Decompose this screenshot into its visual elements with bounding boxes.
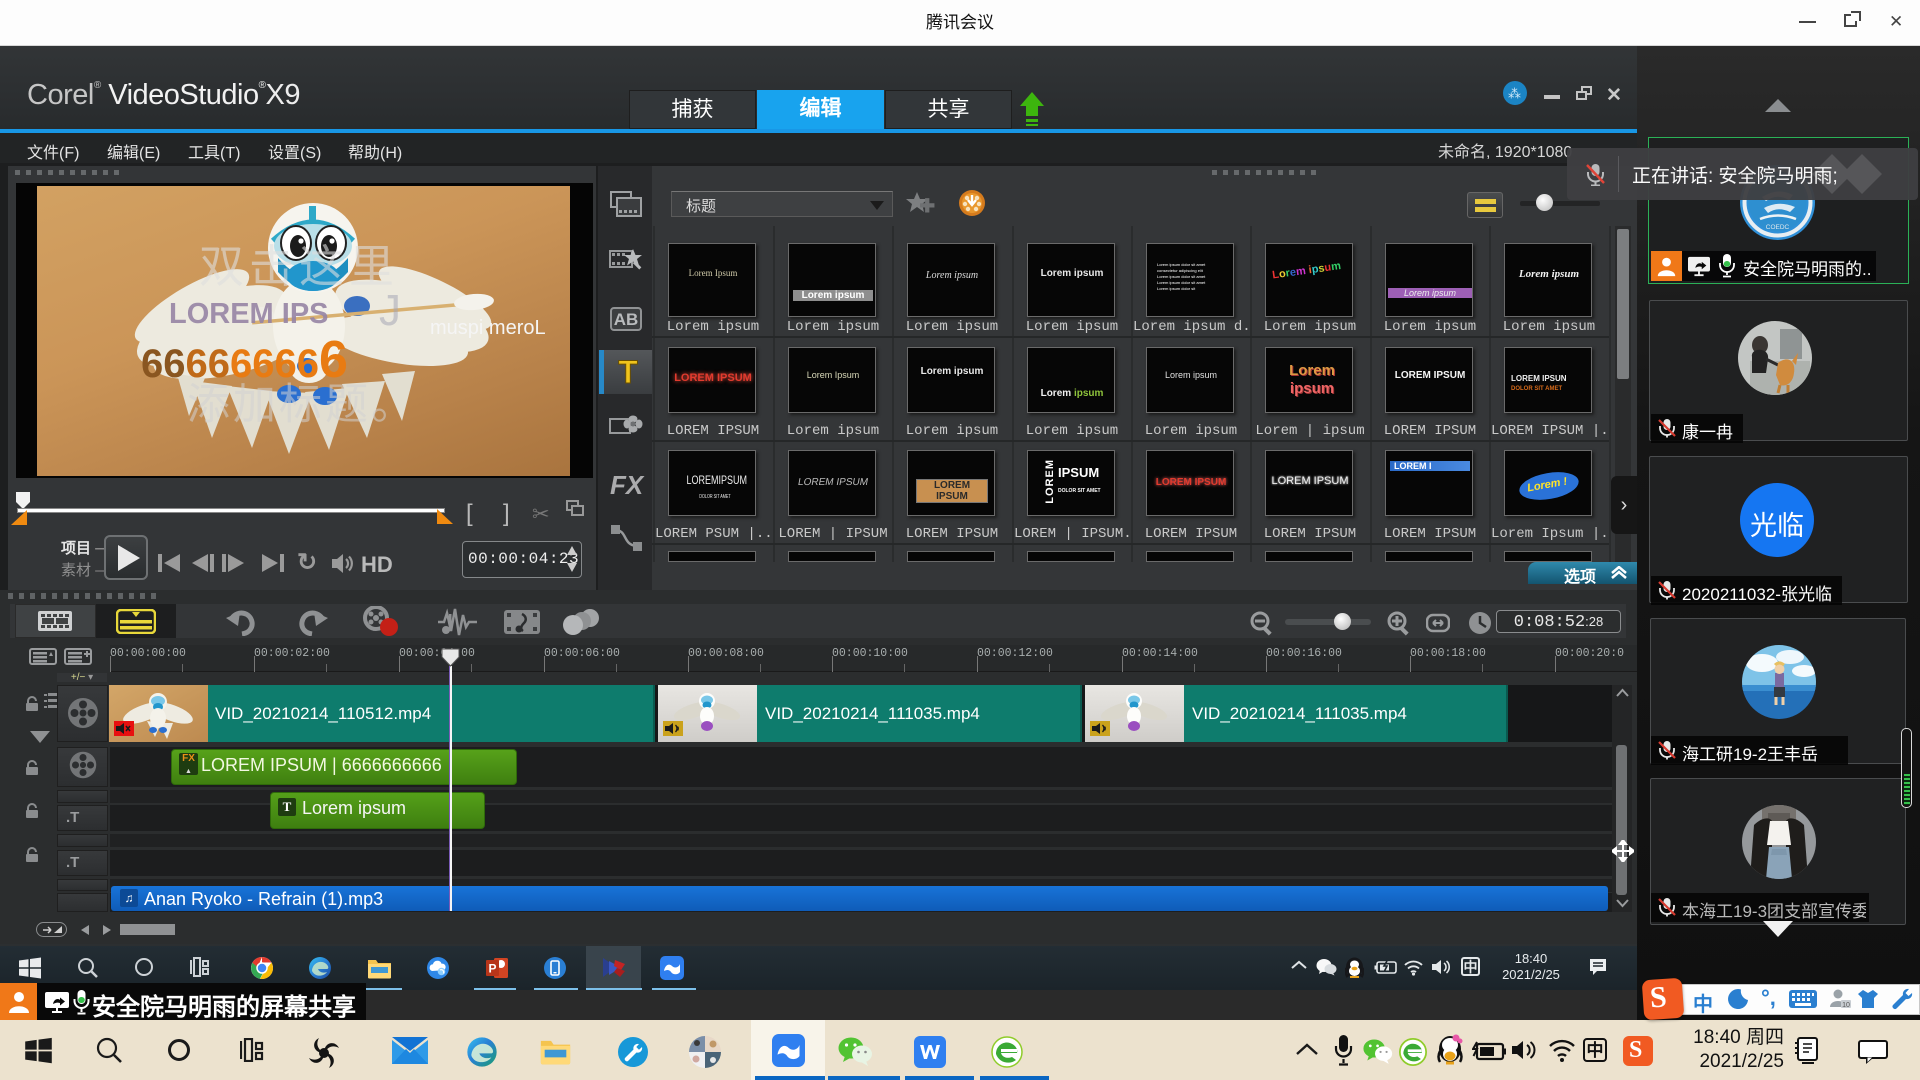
svg-text:P: P xyxy=(488,962,496,976)
svg-text:T: T xyxy=(618,356,638,388)
svg-text:10: 10 xyxy=(1842,1002,1850,1009)
svg-text:COEDC: COEDC xyxy=(1766,224,1790,231)
svg-text:AB: AB xyxy=(614,310,639,329)
